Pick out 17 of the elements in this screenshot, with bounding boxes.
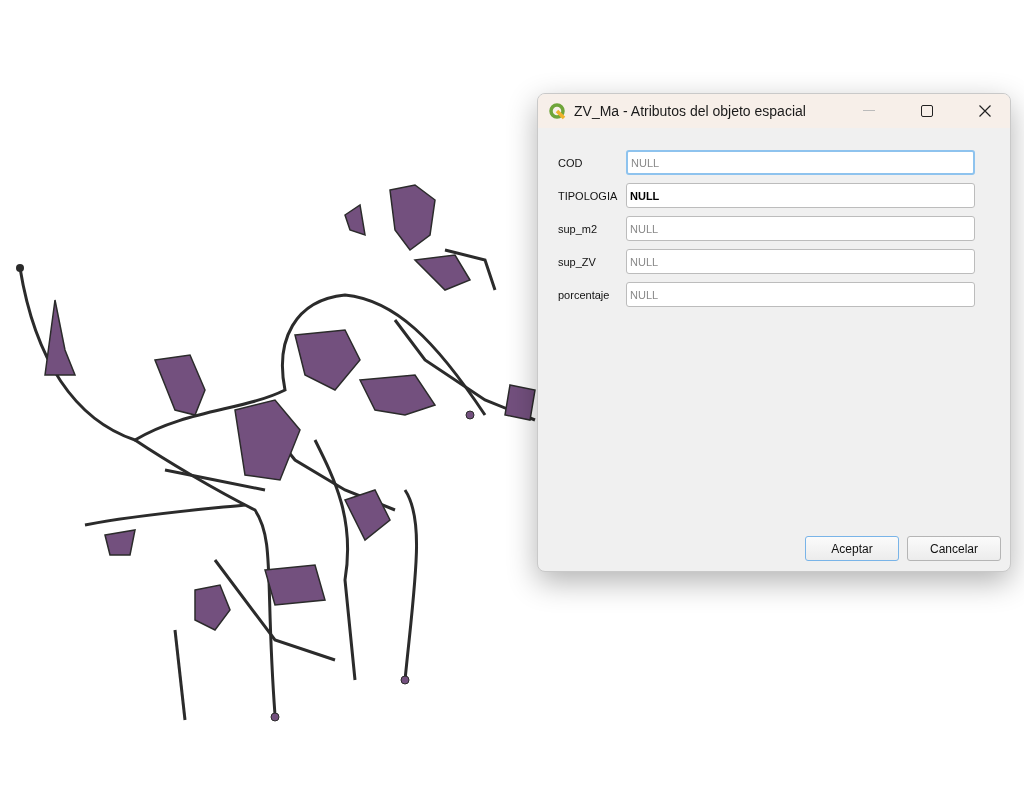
maximize-icon: [921, 105, 933, 117]
close-icon: [979, 105, 991, 117]
field-label: TIPOLOGIA: [558, 189, 619, 202]
text-field[interactable]: NULL: [626, 150, 975, 175]
minimize-icon: [863, 110, 875, 112]
cancel-button[interactable]: Cancelar: [907, 536, 1001, 561]
field-label: COD: [558, 156, 584, 169]
accept-button[interactable]: Aceptar: [805, 536, 899, 561]
app-logo-icon: [548, 102, 566, 120]
text-field[interactable]: NULL: [626, 216, 975, 241]
text-field[interactable]: NULL: [626, 183, 975, 208]
field-label: sup_m2: [558, 222, 599, 235]
field-label: porcentaje: [558, 288, 611, 301]
text-field[interactable]: NULL: [626, 282, 975, 307]
field-label: sup_ZV: [558, 255, 597, 268]
text-field[interactable]: NULL: [626, 249, 975, 274]
window-title: ZV_Ma - Atributos del objeto espacial: [574, 103, 807, 119]
